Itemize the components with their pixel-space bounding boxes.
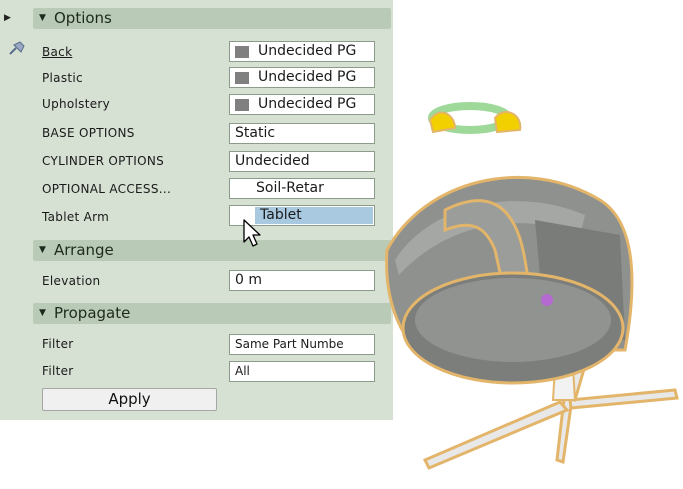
base-options-field[interactable]: Static xyxy=(229,123,375,144)
cylinder-options-field[interactable]: Undecided xyxy=(229,151,375,172)
expand-arrow-icon[interactable]: ▶ xyxy=(4,13,11,23)
chair-3d-model[interactable] xyxy=(385,100,683,489)
upholstery-label: Upholstery xyxy=(42,97,111,111)
plastic-label: Plastic xyxy=(42,71,83,85)
filter-field[interactable]: All xyxy=(229,361,375,382)
back-color-swatch xyxy=(235,46,249,58)
plastic-color-swatch xyxy=(235,72,249,84)
apply-button[interactable]: Apply xyxy=(42,388,217,411)
collapse-arrow-icon: ▼ xyxy=(39,245,46,255)
tablet-arm-label: Tablet Arm xyxy=(42,210,110,224)
filter-field[interactable]: Same Part Numbe xyxy=(229,334,375,355)
pin-icon[interactable] xyxy=(8,40,26,56)
filter-value: Same Part Numbe xyxy=(235,337,344,351)
filter-label: Filter xyxy=(42,364,74,378)
back-label: Back xyxy=(42,45,73,59)
mouse-pointer-icon xyxy=(243,219,261,247)
tablet-arm-value: Tablet xyxy=(260,207,302,223)
filter-value: All xyxy=(235,364,250,378)
arrange-header-label: Arrange xyxy=(54,241,114,259)
properties-panel: ▶ ▼ Options Back Undecided PG Plastic Un… xyxy=(0,0,393,420)
elevation-label: Elevation xyxy=(42,274,101,288)
cylinder-options-value: Undecided xyxy=(235,153,310,169)
elevation-field[interactable]: 0 m xyxy=(229,270,375,291)
optional-accessories-value: Soil-Retar xyxy=(256,180,324,196)
options-header-label: Options xyxy=(54,9,112,27)
plastic-material-field[interactable]: Undecided PG xyxy=(229,67,375,88)
back-material-field[interactable]: Undecided PG xyxy=(229,41,375,62)
filter-label: Filter xyxy=(42,337,74,351)
collapse-arrow-icon: ▼ xyxy=(39,13,46,23)
optional-accessories-field[interactable]: Soil-Retar xyxy=(229,178,375,199)
elevation-value: 0 m xyxy=(235,272,262,288)
back-value: Undecided PG xyxy=(258,43,357,59)
upholstery-color-swatch xyxy=(235,99,249,111)
optional-accessories-label: OPTIONAL ACCESS... xyxy=(42,182,172,196)
collapse-arrow-icon: ▼ xyxy=(39,308,46,318)
base-options-value: Static xyxy=(235,125,276,141)
propagate-section-header[interactable]: ▼ Propagate xyxy=(33,303,391,324)
upholstery-material-field[interactable]: Undecided PG xyxy=(229,94,375,115)
propagate-header-label: Propagate xyxy=(54,304,131,322)
options-section-header[interactable]: ▼ Options xyxy=(33,8,391,29)
cylinder-options-label: CYLINDER OPTIONS xyxy=(42,154,165,168)
upholstery-value: Undecided PG xyxy=(258,96,357,112)
plastic-value: Undecided PG xyxy=(258,69,357,85)
arrange-section-header[interactable]: ▼ Arrange xyxy=(33,240,391,261)
base-options-label: BASE OPTIONS xyxy=(42,126,135,140)
chair-seat xyxy=(401,271,625,385)
chair-handle xyxy=(428,102,522,134)
